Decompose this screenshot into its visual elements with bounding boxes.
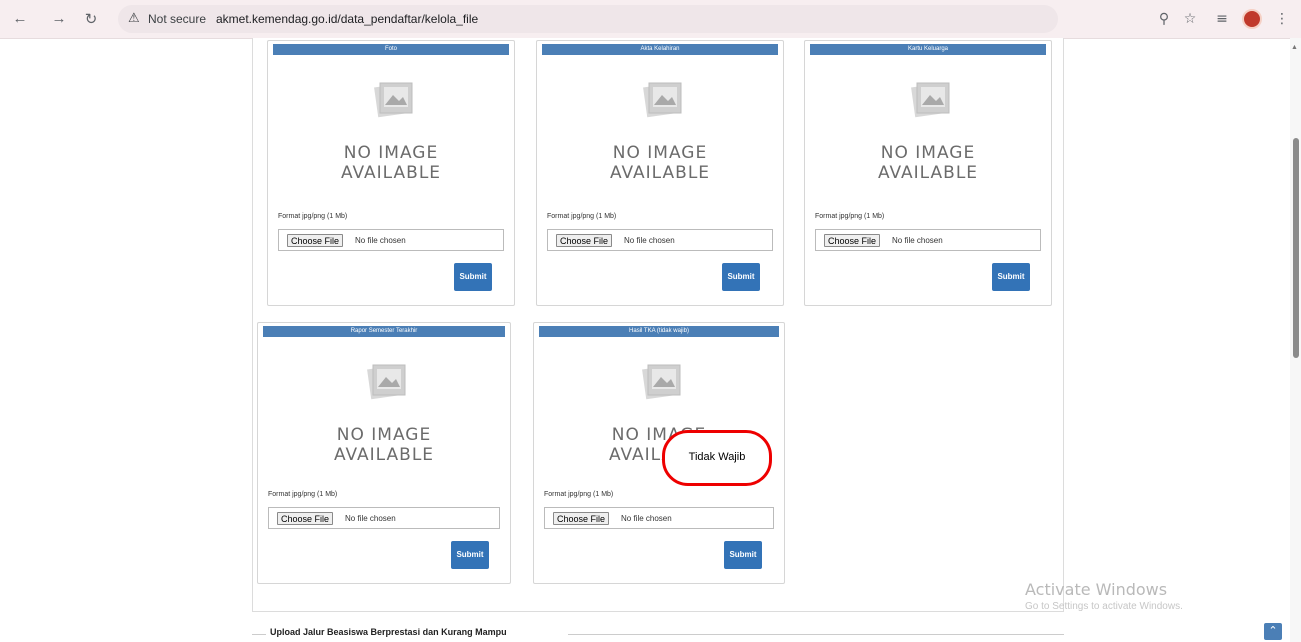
file-status: No file chosen <box>355 236 406 245</box>
format-hint: Format jpg/png (1 Mb) <box>268 491 338 498</box>
upload-card-rapor: Rapor Semester Terakhir NO IMAGE AVAILAB… <box>257 322 511 584</box>
submit-button[interactable]: Submit <box>724 541 762 569</box>
scrollbar-thumb[interactable] <box>1293 138 1299 358</box>
card-title: Foto <box>273 44 509 55</box>
file-input[interactable]: Choose File No file chosen <box>544 507 774 529</box>
image-placeholder-icon <box>911 82 950 118</box>
no-image-line2: AVAILABLE <box>609 163 711 183</box>
upload-card-kartu-keluarga: Kartu Keluarga NO IMAGE AVAILABLE Format… <box>804 40 1052 306</box>
choose-file-button[interactable]: Choose File <box>556 234 613 247</box>
reload-icon[interactable]: ↻ <box>81 9 101 29</box>
address-bar[interactable]: ⚠ Not secure akmet.kemendag.go.id/data_p… <box>118 5 1058 33</box>
section-divider-right <box>568 634 1064 635</box>
warning-triangle-icon[interactable]: ⚠ <box>128 11 140 26</box>
no-image-placeholder: NO IMAGE AVAILABLE <box>258 359 510 509</box>
no-image-placeholder: NO IMAGE AVAILABLE <box>537 77 783 227</box>
card-title: Kartu Keluarga <box>810 44 1046 55</box>
upload-card-foto: Foto NO IMAGE AVAILABLE Format jpg/png (… <box>267 40 515 306</box>
card-title: Rapor Semester Terakhir <box>263 326 505 337</box>
card-title: Akta Kelahiran <box>542 44 778 55</box>
submit-button[interactable]: Submit <box>992 263 1030 291</box>
forward-arrow-icon[interactable]: → <box>49 9 69 29</box>
browser-toolbar: ← → ↻ ⚠ Not secure akmet.kemendag.go.id/… <box>0 0 1301 39</box>
url-text[interactable]: akmet.kemendag.go.id/data_pendaftar/kelo… <box>216 12 478 26</box>
file-status: No file chosen <box>624 236 675 245</box>
section-divider-left <box>252 634 266 635</box>
back-to-top-chevron-icon[interactable]: ⌃ <box>1264 623 1282 640</box>
back-arrow-icon[interactable]: ← <box>10 9 30 29</box>
submit-button[interactable]: Submit <box>722 263 760 291</box>
zoom-icon[interactable]: ⚲ <box>1154 9 1174 29</box>
annotation-bubble: Tidak Wajib <box>662 430 772 486</box>
no-image-line2: AVAILABLE <box>333 445 435 465</box>
kebab-menu-icon[interactable]: ⋮ <box>1272 9 1292 29</box>
annotation-label: Tidak Wajib <box>688 451 746 463</box>
file-input[interactable]: Choose File No file chosen <box>268 507 500 529</box>
format-hint: Format jpg/png (1 Mb) <box>547 213 617 220</box>
file-input[interactable]: Choose File No file chosen <box>815 229 1041 251</box>
format-hint: Format jpg/png (1 Mb) <box>544 491 614 498</box>
format-hint: Format jpg/png (1 Mb) <box>278 213 348 220</box>
security-label[interactable]: Not secure <box>148 12 206 26</box>
no-image-line2: AVAILABLE <box>340 163 442 183</box>
reading-list-icon[interactable]: ≡ <box>1212 9 1232 29</box>
no-image-placeholder: NO IMAGE AVAILABLE <box>805 77 1051 227</box>
choose-file-button[interactable]: Choose File <box>824 234 881 247</box>
file-status: No file chosen <box>345 514 396 523</box>
image-placeholder-icon <box>643 82 682 118</box>
section-title: Upload Jalur Beasiswa Berprestasi dan Ku… <box>270 627 507 637</box>
no-image-line2: AVAILABLE <box>877 163 979 183</box>
image-placeholder-icon <box>374 82 413 118</box>
no-image-line1: NO IMAGE <box>336 425 432 445</box>
activation-watermark-title: Activate Windows <box>1025 580 1168 599</box>
scroll-up-arrow-icon[interactable]: ▲ <box>1291 44 1298 51</box>
no-image-line1: NO IMAGE <box>343 143 439 163</box>
image-placeholder-icon <box>642 364 681 400</box>
upload-card-akta-kelahiran: Akta Kelahiran NO IMAGE AVAILABLE Format… <box>536 40 784 306</box>
no-image-line1: NO IMAGE <box>880 143 976 163</box>
choose-file-button[interactable]: Choose File <box>553 512 610 525</box>
file-status: No file chosen <box>892 236 943 245</box>
vertical-scrollbar[interactable]: ▲ <box>1290 38 1301 642</box>
no-image-placeholder: NO IMAGE AVAILABLE <box>268 77 514 227</box>
choose-file-button[interactable]: Choose File <box>287 234 344 247</box>
card-title: Hasil TKA (tidak wajib) <box>539 326 779 337</box>
star-icon[interactable]: ☆ <box>1180 9 1200 29</box>
file-input[interactable]: Choose File No file chosen <box>278 229 504 251</box>
no-image-line1: NO IMAGE <box>612 143 708 163</box>
choose-file-button[interactable]: Choose File <box>277 512 334 525</box>
activation-watermark-subtitle: Go to Settings to activate Windows. <box>1025 601 1183 612</box>
format-hint: Format jpg/png (1 Mb) <box>815 213 885 220</box>
profile-avatar[interactable] <box>1242 9 1262 29</box>
submit-button[interactable]: Submit <box>454 263 492 291</box>
submit-button[interactable]: Submit <box>451 541 489 569</box>
image-placeholder-icon <box>367 364 406 400</box>
file-status: No file chosen <box>621 514 672 523</box>
file-input[interactable]: Choose File No file chosen <box>547 229 773 251</box>
